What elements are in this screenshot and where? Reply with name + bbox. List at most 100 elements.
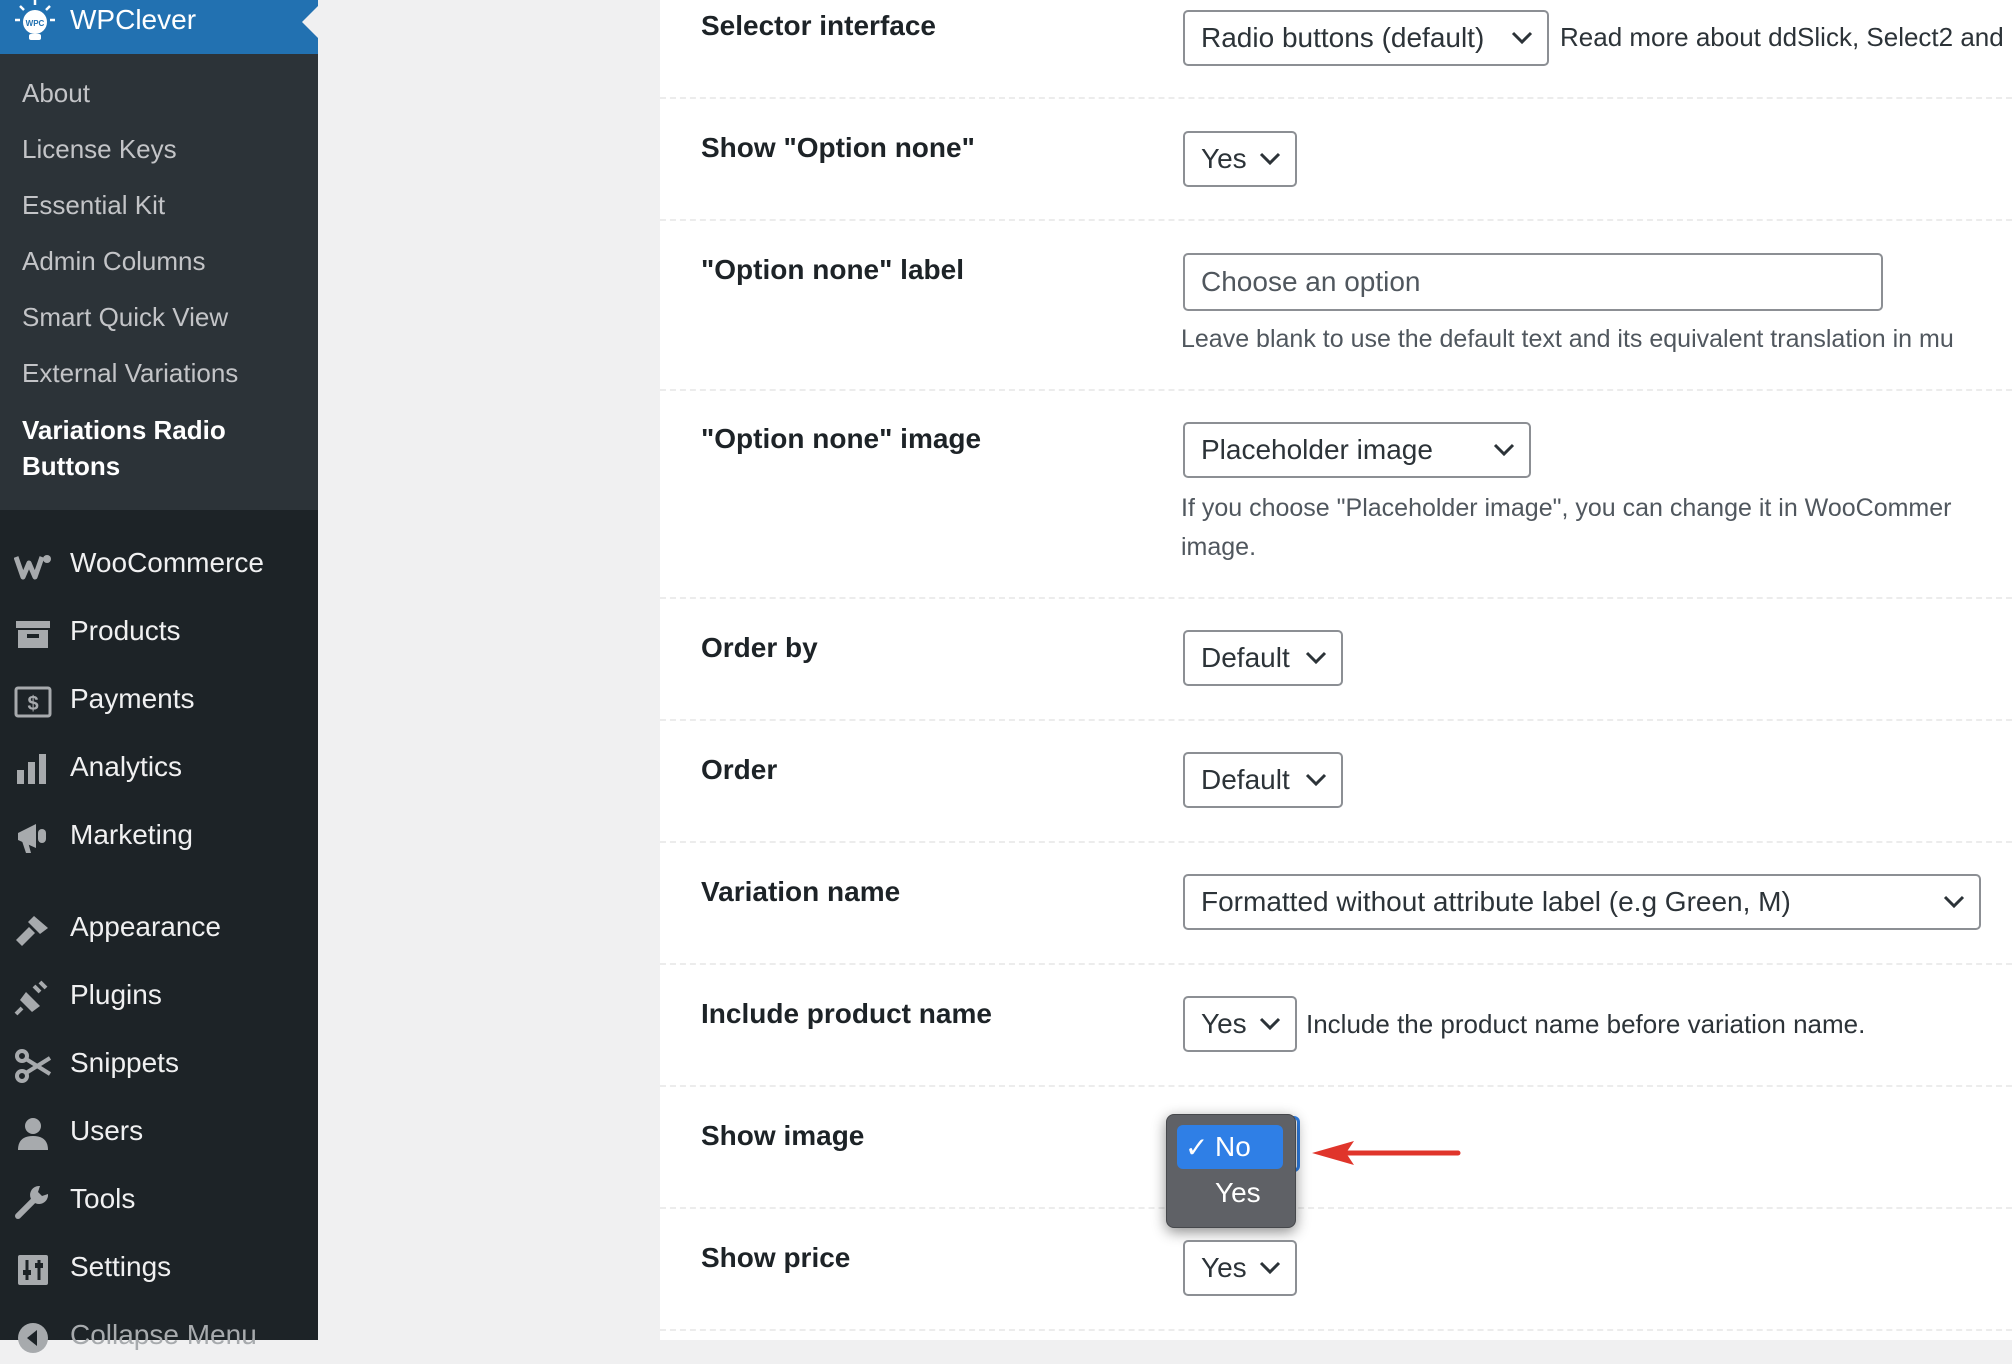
menu-item-payments[interactable]: $ Payments (0, 676, 318, 728)
menu-item-users[interactable]: Users (0, 1108, 318, 1160)
include-product-name-label: Include product name (701, 998, 992, 1029)
select-value: Yes (1201, 143, 1247, 174)
appearance-icon (14, 912, 52, 948)
show-price-select[interactable]: Yes (1183, 1240, 1297, 1296)
row-divider (660, 1207, 2012, 1209)
select-value: Default (1201, 764, 1290, 795)
select-value: Radio buttons (default) (1201, 22, 1485, 53)
wpclever-logo-icon: WPC (14, 0, 56, 42)
row-divider (660, 389, 2012, 391)
collapse-icon (14, 1320, 52, 1356)
snippets-icon (14, 1048, 52, 1084)
submenu-item-about[interactable]: About (22, 78, 90, 109)
option-label: No (1215, 1131, 1251, 1162)
menu-label: Payments (70, 683, 195, 714)
show-option-none-label: Show "Option none" (701, 132, 975, 163)
svg-text:$: $ (27, 693, 38, 715)
show-image-label: Show image (701, 1120, 865, 1151)
show-price-label: Show price (701, 1242, 851, 1273)
annotation-arrow-icon (1312, 1141, 1461, 1165)
select-value: Default (1201, 642, 1290, 673)
checkmark-icon: ✓ (1185, 1132, 1209, 1163)
menu-item-woocommerce[interactable]: WooCommerce (0, 540, 318, 592)
menu-item-collapse[interactable]: Collapse Menu (0, 1312, 318, 1364)
menu-label: Plugins (70, 979, 162, 1010)
select-value: Formatted without attribute label (e.g G… (1201, 886, 1791, 917)
show-image-dropdown-list: ✓ No Yes (1166, 1114, 1296, 1228)
submenu-item-variations-radio-buttons[interactable]: Variations Radio Buttons (22, 412, 282, 484)
current-menu-pointer (302, 6, 318, 38)
submenu-item-external-variations[interactable]: External Variations (22, 358, 238, 389)
select-value: Placeholder image (1201, 434, 1433, 465)
order-select[interactable]: Default (1183, 752, 1343, 808)
chevron-down-icon (1305, 651, 1327, 665)
chevron-down-icon (1259, 152, 1281, 166)
chevron-down-icon (1259, 1017, 1281, 1031)
menu-label: Marketing (70, 819, 193, 850)
variation-name-label: Variation name (701, 876, 901, 907)
chevron-down-icon (1305, 773, 1327, 787)
submenu-item-admin-columns[interactable]: Admin Columns (22, 246, 206, 277)
include-product-name-note: Include the product name before variatio… (1306, 1009, 1866, 1039)
select-value: Yes (1201, 1008, 1247, 1039)
row-divider (660, 841, 2012, 843)
row-divider (660, 97, 2012, 99)
submenu-item-license-keys[interactable]: License Keys (22, 134, 177, 165)
menu-item-marketing[interactable]: Marketing (0, 812, 318, 864)
row-divider (660, 597, 2012, 599)
products-icon (14, 616, 52, 652)
row-divider (660, 219, 2012, 221)
option-none-label-note: Leave blank to use the default text and … (1181, 325, 1954, 353)
menu-label: Analytics (70, 751, 183, 782)
menu-label: Users (70, 1115, 144, 1146)
order-by-label: Order by (701, 632, 818, 663)
include-product-name-select[interactable]: Yes (1183, 996, 1297, 1052)
option-none-image-note: If you choose "Placeholder image", you c… (1181, 494, 1952, 522)
option-none-image-label: "Option none" image (701, 423, 982, 454)
submenu-item-essential-kit[interactable]: Essential Kit (22, 190, 165, 221)
order-by-select[interactable]: Default (1183, 630, 1343, 686)
settings-icon (14, 1252, 52, 1288)
woocommerce-icon (14, 548, 52, 584)
option-none-label-label: "Option none" label (701, 254, 964, 285)
menu-item-products[interactable]: Products (0, 608, 318, 660)
input-placeholder: Choose an option (1201, 266, 1421, 297)
show-image-option-yes[interactable]: Yes (1215, 1177, 1261, 1209)
payments-icon: $ (14, 684, 52, 720)
menu-item-plugins[interactable]: Plugins (0, 972, 318, 1024)
tools-icon (14, 1184, 52, 1220)
order-label: Order (701, 754, 778, 785)
row-divider (660, 719, 2012, 721)
menu-item-snippets[interactable]: Snippets (0, 1040, 318, 1092)
row-divider (660, 1085, 2012, 1087)
option-none-image-note-continued: image. (1181, 533, 1257, 561)
selector-interface-label: Selector interface (701, 10, 936, 41)
chevron-down-icon (1511, 31, 1533, 45)
menu-label: Settings (70, 1251, 172, 1282)
variation-name-select[interactable]: Formatted without attribute label (e.g G… (1183, 874, 1981, 930)
option-none-label-input[interactable]: Choose an option (1183, 253, 1883, 311)
admin-sidebar: WPC WPClever About License Keys Essentia… (0, 0, 318, 1353)
menu-item-analytics[interactable]: Analytics (0, 744, 318, 796)
brand-name: WPClever (70, 4, 197, 35)
option-none-image-select[interactable]: Placeholder image (1183, 422, 1531, 478)
menu-item-appearance[interactable]: Appearance (0, 904, 318, 956)
menu-item-settings[interactable]: Settings (0, 1244, 318, 1296)
plugins-icon (14, 980, 52, 1016)
select-value: Yes (1201, 1252, 1247, 1283)
menu-label: Collapse Menu (70, 1319, 257, 1350)
menu-item-tools[interactable]: Tools (0, 1176, 318, 1228)
menu-label: Products (70, 615, 181, 646)
wpclever-submenu: About License Keys Essential Kit Admin C… (0, 54, 318, 510)
chevron-down-icon (1259, 1261, 1281, 1275)
show-option-none-select[interactable]: Yes (1183, 131, 1297, 187)
menu-label: Tools (70, 1183, 136, 1214)
selector-interface-note: Read more about ddSlick, Select2 and (1560, 22, 2004, 52)
show-image-option-no[interactable]: ✓ No (1177, 1125, 1283, 1169)
submenu-item-smart-quick-view[interactable]: Smart Quick View (22, 302, 228, 333)
selector-interface-select[interactable]: Radio buttons (default) (1183, 10, 1549, 66)
analytics-icon (14, 752, 52, 788)
chevron-down-icon (1943, 895, 1965, 909)
chevron-down-icon (1493, 443, 1515, 457)
menu-item-wpclever[interactable]: WPC WPClever (0, 0, 318, 54)
